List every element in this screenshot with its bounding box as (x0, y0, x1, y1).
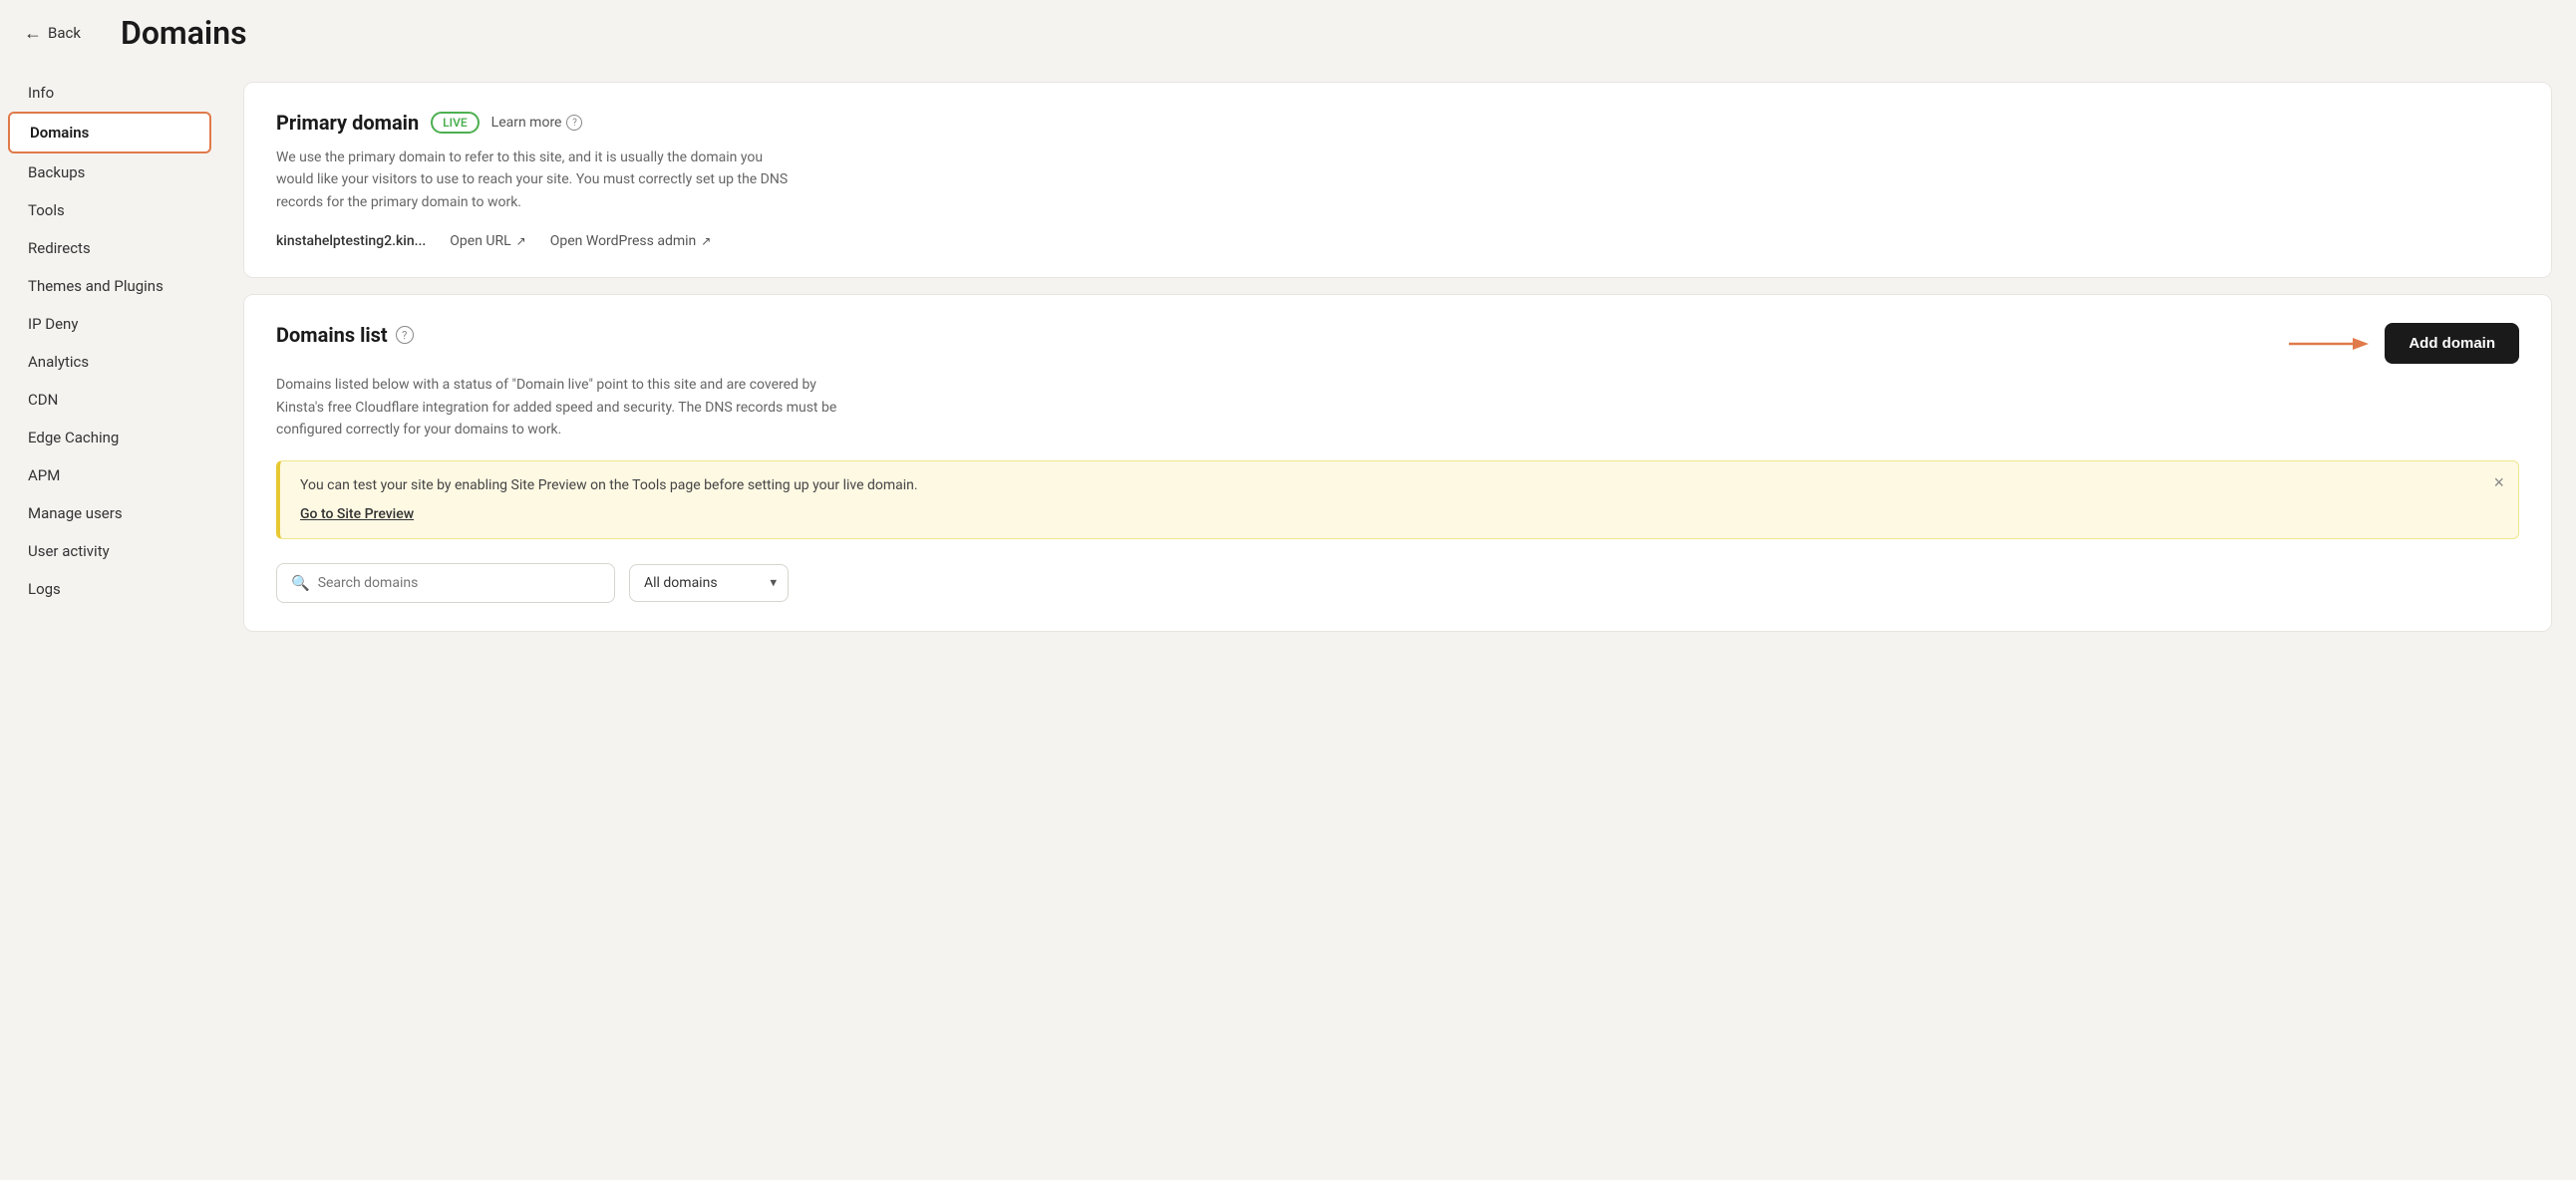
primary-domain-title: Primary domain (276, 111, 419, 135)
add-domain-wrap: Add domain (2289, 323, 2519, 364)
primary-domain-description: We use the primary domain to refer to th… (276, 147, 795, 213)
header: ← Back Domains (0, 0, 2576, 66)
filter-select-wrap: All domains Domain live Not configured ▾ (629, 564, 789, 602)
arrow-right-icon (2289, 332, 2369, 356)
back-button[interactable]: ← Back (24, 23, 81, 44)
search-icon: 🔍 (291, 574, 310, 592)
domains-list-help-icon[interactable]: ? (396, 326, 414, 344)
sidebar-item-themes-plugins[interactable]: Themes and Plugins (8, 267, 211, 305)
notice-text: You can test your site by enabling Site … (300, 477, 2498, 493)
main-layout: Info Domains Backups Tools Redirects The… (0, 66, 2576, 1180)
sidebar-item-manage-users[interactable]: Manage users (8, 494, 211, 532)
sidebar-item-apm[interactable]: APM (8, 456, 211, 494)
open-wp-admin-link[interactable]: Open WordPress admin ↗ (550, 233, 712, 249)
search-filter-row: 🔍 All domains Domain live Not configured… (276, 563, 2519, 603)
page-title: Domains (121, 14, 247, 52)
primary-domain-header: Primary domain LIVE Learn more ? (276, 111, 2519, 135)
help-circle-icon: ? (566, 115, 582, 131)
learn-more-label: Learn more (491, 115, 562, 131)
domains-list-title: Domains list (276, 323, 388, 347)
domains-list-header: Domains list ? Add domain (276, 323, 2519, 364)
external-link-icon: ↗ (516, 234, 526, 248)
sidebar-item-ip-deny[interactable]: IP Deny (8, 305, 211, 343)
primary-domain-card: Primary domain LIVE Learn more ? We use … (243, 82, 2552, 278)
learn-more-link[interactable]: Learn more ? (491, 115, 583, 131)
back-label: Back (48, 24, 81, 42)
search-box: 🔍 (276, 563, 615, 603)
sidebar: Info Domains Backups Tools Redirects The… (0, 66, 219, 1180)
external-link-icon-2: ↗ (701, 234, 711, 248)
live-badge: LIVE (431, 112, 480, 134)
sidebar-item-logs[interactable]: Logs (8, 570, 211, 608)
sidebar-item-domains[interactable]: Domains (8, 112, 211, 153)
sidebar-item-analytics[interactable]: Analytics (8, 343, 211, 381)
domain-row: kinstahelptesting2.kin... Open URL ↗ Ope… (276, 233, 2519, 249)
notice-close-button[interactable]: × (2493, 473, 2504, 491)
notice-box: You can test your site by enabling Site … (276, 460, 2519, 539)
back-arrow-icon: ← (24, 23, 42, 44)
sidebar-item-tools[interactable]: Tools (8, 191, 211, 229)
filter-select[interactable]: All domains Domain live Not configured (629, 564, 789, 602)
search-input[interactable] (318, 575, 600, 591)
domains-list-title-wrap: Domains list ? (276, 323, 414, 347)
sidebar-item-redirects[interactable]: Redirects (8, 229, 211, 267)
sidebar-item-edge-caching[interactable]: Edge Caching (8, 419, 211, 456)
add-domain-button[interactable]: Add domain (2385, 323, 2519, 364)
sidebar-item-backups[interactable]: Backups (8, 153, 211, 191)
sidebar-item-user-activity[interactable]: User activity (8, 532, 211, 570)
open-url-label: Open URL (450, 233, 510, 249)
domains-list-card: Domains list ? Add domain Domains listed… (243, 294, 2552, 632)
notice-link[interactable]: Go to Site Preview (300, 506, 414, 522)
sidebar-item-info[interactable]: Info (8, 74, 211, 112)
open-url-link[interactable]: Open URL ↗ (450, 233, 525, 249)
domains-list-description: Domains listed below with a status of "D… (276, 374, 854, 441)
sidebar-item-cdn[interactable]: CDN (8, 381, 211, 419)
open-wp-admin-label: Open WordPress admin (550, 233, 697, 249)
domain-name: kinstahelptesting2.kin... (276, 233, 426, 249)
main-content: Primary domain LIVE Learn more ? We use … (219, 66, 2576, 1180)
